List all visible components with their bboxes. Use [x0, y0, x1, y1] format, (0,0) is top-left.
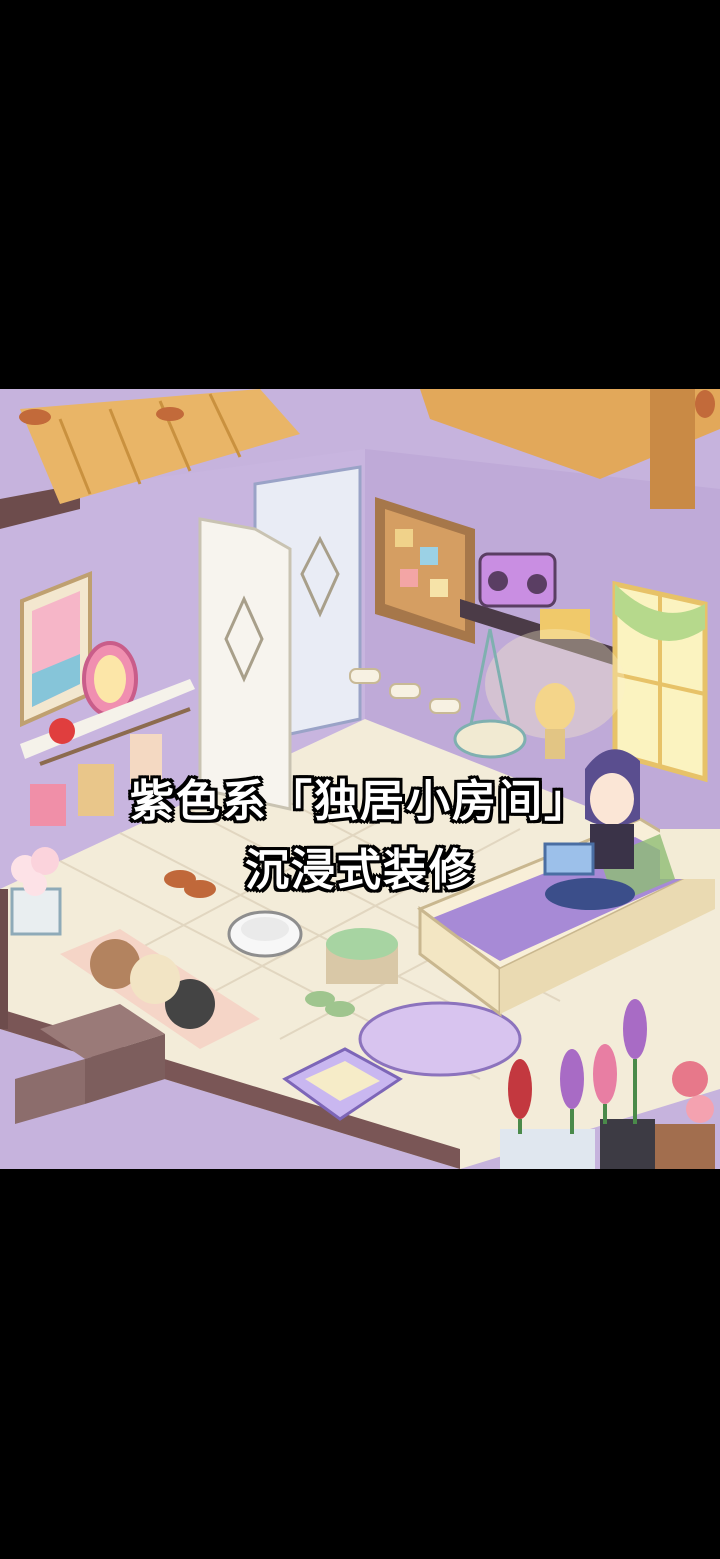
robot-vacuum: [227, 910, 303, 958]
caption-line-1: 紫色系「独居小房间」: [130, 776, 590, 827]
video-frame: 紫色系「独居小房间」 沉浸式装修: [0, 0, 720, 1559]
purple-rug: [358, 1001, 522, 1077]
window: [612, 580, 708, 783]
caption-line-2: 沉浸式装修: [245, 845, 475, 896]
laundry-basket: [326, 928, 398, 984]
